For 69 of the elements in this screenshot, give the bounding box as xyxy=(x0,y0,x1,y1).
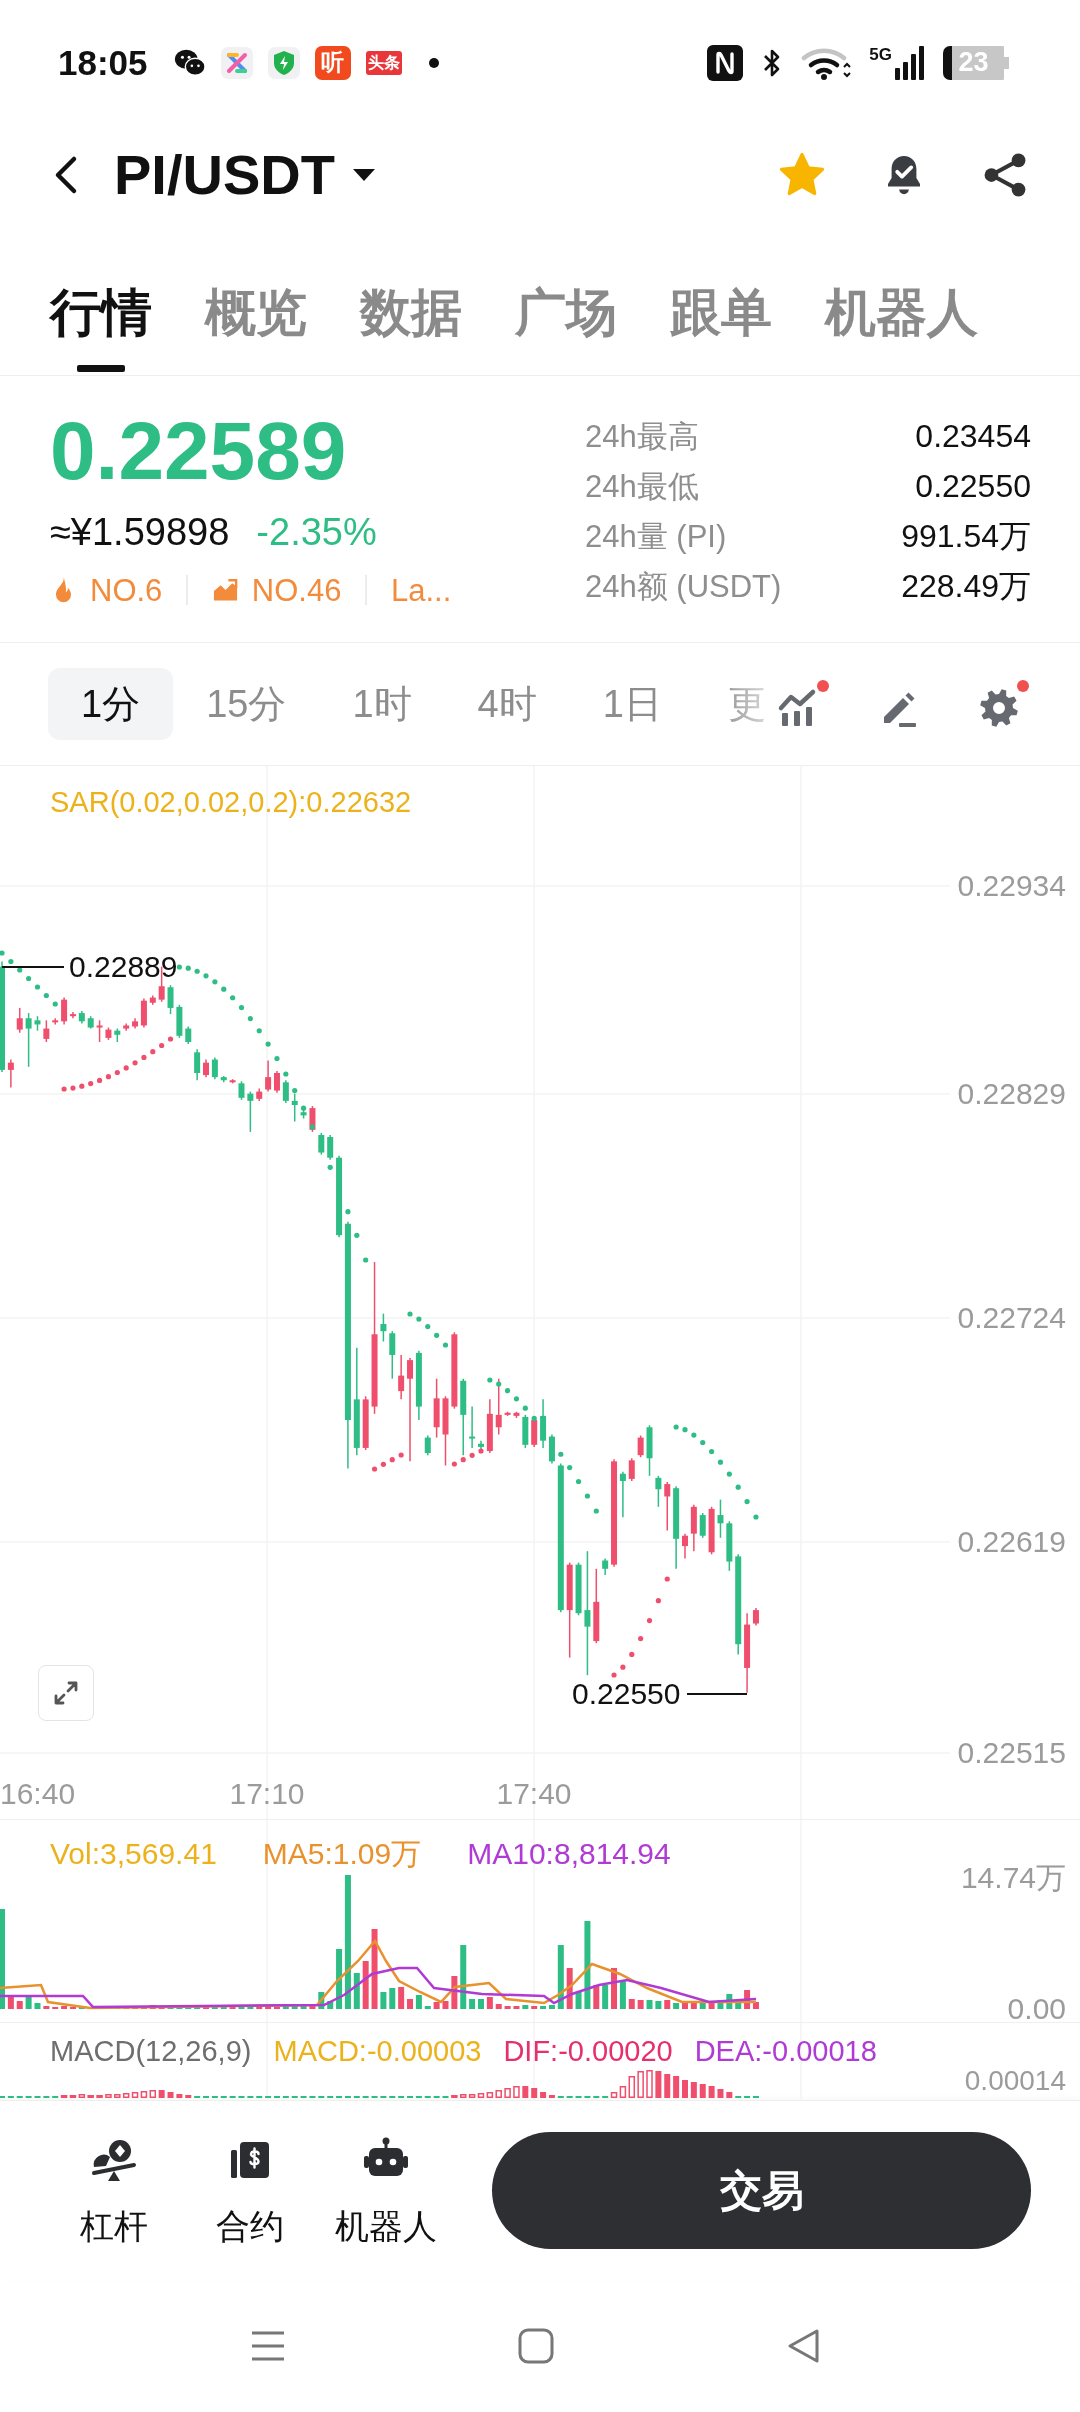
app-icon xyxy=(220,46,253,79)
signal-icon xyxy=(895,45,925,80)
volume-axis-label: 14.74万 xyxy=(960,1863,1066,1893)
ranking-label[interactable]: NO.6 xyxy=(90,574,163,606)
price-axis-label: 0.22829 xyxy=(957,1079,1066,1109)
stat-value: 991.54万 xyxy=(901,520,1031,552)
time-axis-label: 17:10 xyxy=(229,1779,305,1809)
volume-legend: MA5:1.09万 xyxy=(262,1839,422,1869)
caret-icon xyxy=(350,167,377,183)
low-price-label: 0.22550 xyxy=(572,1679,681,1709)
shortcut-button[interactable]: 合约 xyxy=(195,2135,305,2246)
volume-legend: Vol:3,569.41 xyxy=(50,1839,217,1869)
shield-icon xyxy=(267,46,300,79)
interval-tab[interactable]: 1分 xyxy=(48,668,174,740)
price-axis-label: 0.22724 xyxy=(957,1303,1066,1333)
stat-label: 24h量 (PI) xyxy=(585,520,728,552)
shortcut-button[interactable]: 杠杆 xyxy=(59,2135,169,2246)
macd-legend: MACD(12,26,9) xyxy=(50,2037,252,2066)
macd-legend: DEA:-0.00018 xyxy=(694,2037,877,2066)
fiat-price: ≈¥1.59898 xyxy=(50,510,230,554)
interval-tab[interactable]: 1时 xyxy=(319,668,445,740)
last-price: 0.22589 xyxy=(50,406,348,496)
stat-label: 24h额 (USDT) xyxy=(585,570,782,602)
stat-value: 0.22550 xyxy=(914,470,1031,502)
ranking-label[interactable]: NO.46 xyxy=(251,574,342,606)
app-tile: 听 xyxy=(314,45,351,80)
tab[interactable]: 跟单 xyxy=(670,283,772,375)
battery-level: 23 xyxy=(943,45,1009,80)
status-time: 18:05 xyxy=(58,45,148,80)
stat-label: 24h最高 xyxy=(585,420,700,452)
macd-legend: MACD:-0.00003 xyxy=(273,2037,482,2066)
macd-legend: DIF:-0.00020 xyxy=(503,2037,673,2066)
stat-value: 228.49万 xyxy=(901,570,1031,602)
shortcut-button[interactable]: 机器人 xyxy=(331,2135,441,2246)
dot-icon xyxy=(428,57,439,68)
interval-tab[interactable]: 1日 xyxy=(569,668,695,740)
tab[interactable]: 机器人 xyxy=(825,283,978,375)
tab[interactable]: 行情 xyxy=(50,283,152,375)
price-change: -2.35% xyxy=(256,510,377,554)
settings-icon[interactable] xyxy=(977,686,1021,730)
network-type-label: 5G xyxy=(869,45,892,63)
stat-value: 0.23454 xyxy=(914,420,1031,452)
price-axis-label: 0.22515 xyxy=(957,1738,1066,1768)
ranking-label[interactable]: La... xyxy=(390,574,452,606)
macd-axis-label: 0.00014 xyxy=(964,2067,1066,2095)
pair-selector[interactable]: PI/USDT xyxy=(114,147,377,203)
nfc-icon xyxy=(707,44,744,81)
high-price-label: 0.22889 xyxy=(69,952,178,982)
trade-button[interactable]: 交易 xyxy=(492,2132,1031,2249)
price-axis-label: 0.22619 xyxy=(957,1527,1066,1557)
tab[interactable]: 广场 xyxy=(515,283,617,375)
time-axis-label: 16:40 xyxy=(0,1779,76,1809)
interval-tab[interactable]: 4时 xyxy=(444,668,570,740)
interval-tab[interactable]: 15分 xyxy=(173,668,320,740)
fullscreen-button[interactable] xyxy=(38,1665,94,1721)
price-marker-line xyxy=(686,1693,748,1695)
stat-label: 24h最低 xyxy=(585,470,700,502)
volume-legend: MA10:8,814.94 xyxy=(467,1839,671,1869)
price-axis-label: 0.22934 xyxy=(957,871,1066,901)
interval-tab[interactable]: 更 xyxy=(694,668,766,740)
time-axis-label: 17:40 xyxy=(496,1779,572,1809)
volume-axis-label: 0.00 xyxy=(1007,1994,1066,2024)
price-marker-line xyxy=(1,966,65,968)
app-tile: 头条 xyxy=(365,50,402,75)
tab[interactable]: 概览 xyxy=(205,283,307,375)
indicator-label: SAR(0.02,0.02,0.2):0.22632 xyxy=(50,788,412,817)
home-icon[interactable] xyxy=(516,2326,556,2366)
expand-icon xyxy=(52,1679,80,1707)
tab[interactable]: 数据 xyxy=(360,283,462,375)
